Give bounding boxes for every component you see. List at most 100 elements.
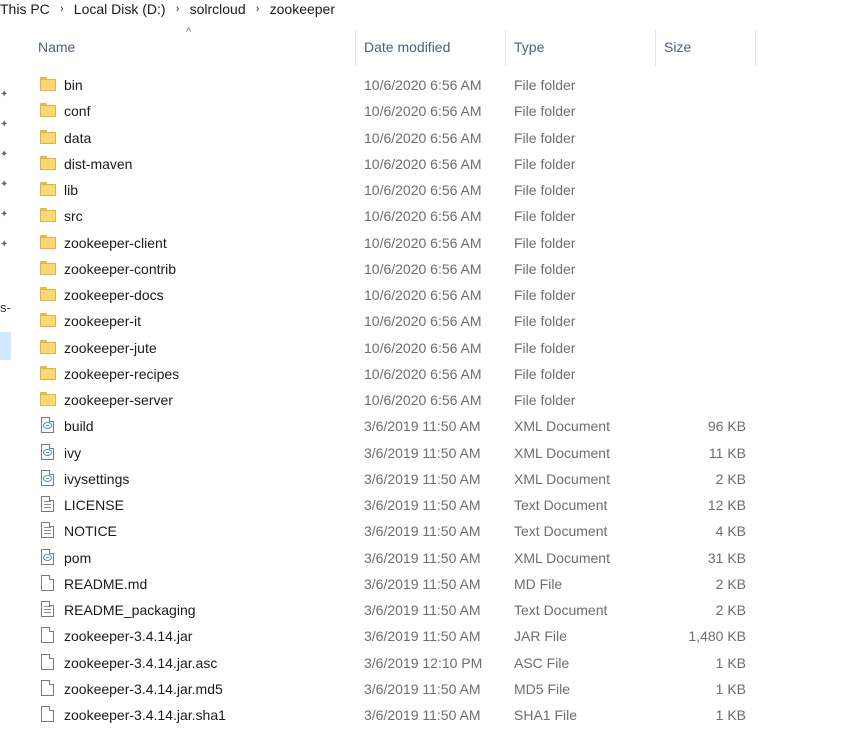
breadcrumb-item[interactable]: zookeeper — [270, 1, 335, 17]
file-row[interactable]: lib 10/6/2020 6:56 AM File folder — [30, 177, 760, 203]
breadcrumb-item[interactable]: This PC — [0, 1, 50, 17]
pin-icon[interactable]: ✦ — [0, 90, 10, 100]
file-date-modified: 10/6/2020 6:56 AM — [364, 155, 482, 172]
file-size: 2 KB — [715, 470, 746, 487]
file-date-modified: 10/6/2020 6:56 AM — [364, 77, 482, 93]
folder-icon — [40, 335, 58, 361]
file-name: zookeeper-docs — [64, 287, 164, 303]
file-row[interactable]: data 10/6/2020 6:56 AM File folder — [30, 125, 760, 151]
nav-pane-selected-item[interactable] — [0, 332, 11, 360]
pin-icon[interactable]: ✦ — [0, 120, 10, 130]
file-date-modified: 10/6/2020 6:56 AM — [364, 339, 482, 356]
file-size: 1 KB — [715, 680, 746, 697]
file-type: Text Document — [514, 497, 608, 513]
file-name: zookeeper-recipes — [64, 365, 180, 382]
file-row[interactable]: build 3/6/2019 11:50 AM XML Document 96 KB — [30, 413, 760, 439]
folder-icon — [40, 72, 58, 98]
pin-icon[interactable]: ✦ — [0, 180, 10, 190]
breadcrumb-item[interactable]: Local Disk (D:) — [74, 1, 166, 17]
column-header-date-modified[interactable]: Date modified — [356, 22, 506, 72]
file-row[interactable]: zookeeper-it 10/6/2020 6:56 AM File folder — [30, 308, 760, 334]
column-header-row: ^ Name Date modified Type Size — [0, 22, 851, 72]
file-row[interactable]: zookeeper-docs 10/6/2020 6:56 AM File fold… — [30, 282, 760, 308]
file-row[interactable]: zookeeper-contrib 10/6/2020 6:56 AM File f… — [30, 256, 760, 282]
file-name: lib — [64, 182, 79, 198]
blank-file-icon — [40, 702, 58, 728]
xml-file-icon — [40, 413, 58, 439]
file-row[interactable]: LICENSE 3/6/2019 11:50 AM Text Document 12 … — [30, 492, 760, 518]
file-row[interactable]: ivy 3/6/2019 11:50 AM XML Document 11 KB — [30, 440, 760, 466]
file-name: zookeeper-3.4.14.jar.sha1 — [64, 707, 226, 723]
file-type: JAR File — [514, 628, 567, 645]
breadcrumb-separator-icon[interactable]: › — [246, 3, 270, 15]
column-header-size[interactable]: Size — [656, 22, 756, 72]
file-size — [656, 308, 746, 334]
folder-icon — [40, 308, 58, 334]
text-file-icon — [40, 492, 58, 518]
file-type: File folder — [514, 182, 576, 198]
folder-icon — [40, 256, 58, 282]
file-date-modified: 10/6/2020 6:56 AM — [364, 392, 482, 408]
file-type: File folder — [514, 287, 576, 303]
file-row[interactable]: zookeeper-recipes 10/6/2020 6:56 AM File f… — [30, 361, 760, 387]
file-row[interactable]: zookeeper-3.4.14.jar.sha1 3/6/2019 11:50 … — [30, 702, 760, 728]
column-header-type[interactable]: Type — [506, 22, 656, 72]
file-type: XML Document — [514, 470, 610, 487]
file-date-modified: 3/6/2019 11:50 AM — [364, 549, 481, 566]
folder-icon — [40, 125, 58, 151]
file-type: MD5 File — [514, 680, 571, 697]
file-type: File folder — [514, 365, 576, 382]
file-row[interactable]: pom 3/6/2019 11:50 AM XML Document 31 KB — [30, 545, 760, 571]
breadcrumb-separator-icon[interactable]: › — [50, 3, 74, 15]
file-row[interactable]: README_packaging 3/6/2019 11:50 AM Text Do… — [30, 597, 760, 623]
file-type: MD File — [514, 575, 563, 592]
breadcrumb-item[interactable]: solrcloud — [190, 1, 246, 17]
file-type: File folder — [514, 208, 576, 225]
file-size — [656, 177, 746, 203]
file-type: XML Document — [514, 444, 610, 461]
file-row[interactable]: zookeeper-jute 10/6/2020 6:56 AM File fold… — [30, 335, 760, 361]
file-type: File folder — [514, 392, 576, 408]
file-row[interactable]: zookeeper-server 10/6/2020 6:56 AM File fo… — [30, 387, 760, 413]
nav-pane-item-label[interactable]: s- — [0, 300, 11, 315]
file-row[interactable]: zookeeper-3.4.14.jar.asc 3/6/2019 12:10 P… — [30, 650, 760, 676]
file-row[interactable]: bin 10/6/2020 6:56 AM File folder — [30, 72, 760, 98]
file-row[interactable]: zookeeper-client 10/6/2020 6:56 AM File fo… — [30, 230, 760, 256]
folder-icon — [40, 151, 58, 177]
file-size: 96 KB — [707, 418, 746, 435]
file-date-modified: 10/6/2020 6:56 AM — [364, 234, 482, 251]
file-size — [656, 230, 746, 256]
file-type: ASC File — [514, 654, 570, 671]
file-row[interactable]: conf 10/6/2020 6:56 AM File folder — [30, 98, 760, 124]
file-type: XML Document — [514, 549, 610, 566]
file-row[interactable]: src 10/6/2020 6:56 AM File folder — [30, 203, 760, 229]
column-header-name[interactable]: Name — [30, 22, 355, 72]
file-row[interactable]: zookeeper-3.4.14.jar.md5 3/6/2019 11:50 A… — [30, 676, 760, 702]
file-row[interactable]: zookeeper-3.4.14.jar 3/6/2019 11:50 AM JAR… — [30, 623, 760, 649]
file-size: 11 KB — [708, 444, 746, 461]
file-size — [656, 282, 746, 308]
file-row[interactable]: ivysettings 3/6/2019 11:50 AM XML Document… — [30, 466, 760, 492]
text-file-icon — [40, 597, 58, 623]
pin-icon[interactable]: ✦ — [0, 210, 10, 220]
file-date-modified: 10/6/2020 6:56 AM — [364, 287, 482, 303]
file-row[interactable]: NOTICE 3/6/2019 11:50 AM Text Document 4 KB — [30, 518, 760, 544]
file-name: zookeeper-3.4.14.jar — [64, 628, 193, 645]
file-name: NOTICE — [64, 523, 117, 540]
pin-icon[interactable]: ✦ — [0, 150, 10, 160]
file-name: README.md — [64, 575, 148, 592]
breadcrumb-separator-icon[interactable]: › — [166, 3, 190, 15]
pin-icon[interactable]: ✦ — [0, 240, 10, 250]
folder-icon — [40, 177, 58, 203]
text-file-icon — [40, 518, 58, 544]
file-type: File folder — [514, 260, 576, 277]
file-date-modified: 10/6/2020 6:56 AM — [364, 182, 482, 198]
blank-file-icon — [40, 676, 58, 702]
file-row[interactable]: dist-maven 10/6/2020 6:56 AM File folder — [30, 151, 760, 177]
file-date-modified: 3/6/2019 11:50 AM — [364, 575, 481, 592]
file-date-modified: 3/6/2019 11:50 AM — [364, 418, 481, 435]
file-row[interactable]: README.md 3/6/2019 11:50 AM MD File 2 KB — [30, 571, 760, 597]
column-divider[interactable] — [755, 30, 756, 66]
file-date-modified: 10/6/2020 6:56 AM — [364, 365, 482, 382]
file-name: conf — [64, 103, 91, 120]
